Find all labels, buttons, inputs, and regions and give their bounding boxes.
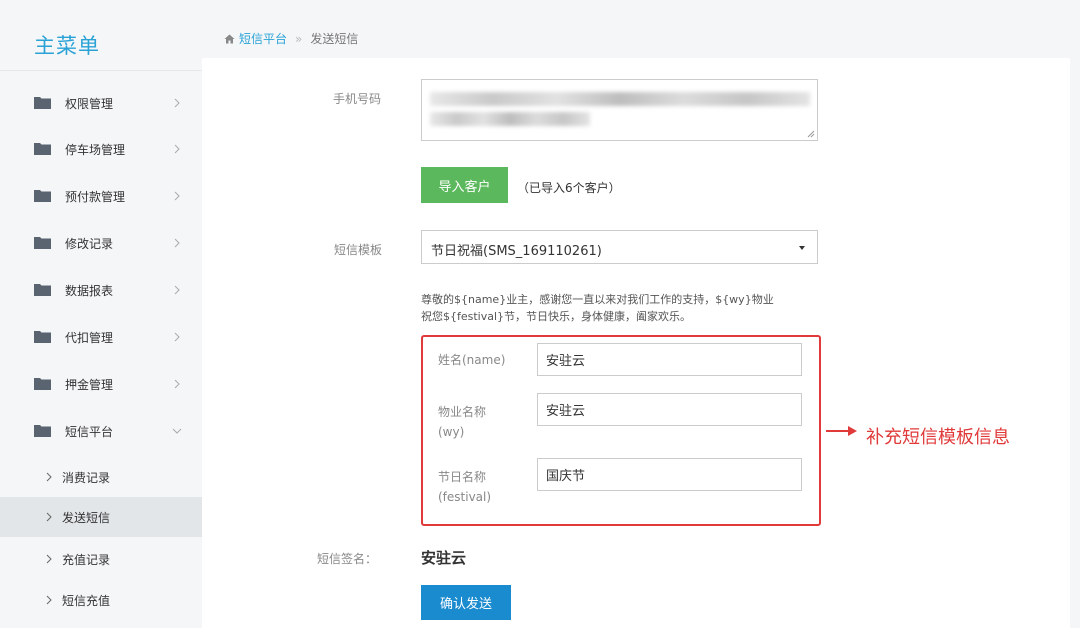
top-bar bbox=[202, 0, 1080, 58]
signature-value: 安驻云 bbox=[421, 549, 467, 567]
chevron-right-icon bbox=[46, 554, 52, 564]
sidebar-item-label: 押金管理 bbox=[65, 377, 114, 392]
sidebar-item-parking[interactable]: 停车场管理 bbox=[0, 131, 202, 167]
field-label-line: 姓名(name) bbox=[438, 353, 506, 367]
template-select[interactable]: 节日祝福(SMS_169110261) bbox=[421, 230, 818, 264]
sidebar-subitem-label: 短信充值 bbox=[62, 594, 111, 608]
folder-icon bbox=[34, 143, 51, 155]
caret-down-icon bbox=[799, 246, 805, 250]
sidebar-item-label: 短信平台 bbox=[65, 424, 114, 439]
sidebar-subitem-consumption[interactable]: 消费记录 bbox=[0, 457, 202, 497]
folder-icon bbox=[34, 331, 51, 343]
redacted-phone-numbers bbox=[430, 112, 590, 126]
sidebar-subitem-label: 充值记录 bbox=[62, 553, 111, 567]
property-name-input[interactable]: 安驻云 bbox=[537, 393, 802, 426]
sidebar-item-label: 预付款管理 bbox=[65, 189, 126, 204]
breadcrumb-current: 发送短信 bbox=[310, 32, 359, 46]
template-label: 短信模板 bbox=[334, 243, 383, 257]
sidebar-item-label: 数据报表 bbox=[65, 283, 114, 298]
chevron-right-icon bbox=[174, 191, 180, 201]
sidebar-item-label: 停车场管理 bbox=[65, 142, 126, 157]
template-preview-line: 祝您${festival}节，节日快乐，身体健康，阖家欢乐。 bbox=[421, 310, 692, 323]
sidebar-subitem-send-sms[interactable]: 发送短信 bbox=[0, 497, 202, 537]
field-label-line: 物业名称 bbox=[438, 405, 487, 419]
chevron-right-icon bbox=[174, 98, 180, 108]
folder-icon bbox=[34, 190, 51, 202]
redacted-phone-numbers bbox=[430, 92, 810, 106]
phone-textarea[interactable] bbox=[421, 79, 818, 141]
sidebar-subitem-sms-recharge[interactable]: 短信充值 bbox=[0, 580, 202, 620]
home-icon bbox=[224, 34, 235, 43]
sidebar-subitem-label: 消费记录 bbox=[62, 471, 111, 485]
template-selected-value: 节日祝福(SMS_169110261) bbox=[431, 244, 602, 259]
field-wy-label: 物业名称 (wy) bbox=[438, 402, 486, 442]
sidebar-item-deposit[interactable]: 押金管理 bbox=[0, 366, 202, 402]
signature-label: 短信签名： bbox=[317, 552, 378, 566]
sidebar: 主菜单 权限管理 停车场管理 预付款管理 修改记录 数据报表 代扣管理 押金管理… bbox=[0, 0, 202, 628]
sidebar-item-sms-platform[interactable]: 短信平台 bbox=[0, 413, 202, 449]
field-name-label: 姓名(name) bbox=[438, 350, 505, 370]
chevron-right-icon bbox=[174, 379, 180, 389]
phone-label: 手机号码 bbox=[333, 92, 382, 106]
sidebar-title: 主菜单 bbox=[34, 34, 100, 58]
chevron-right-icon bbox=[174, 238, 180, 248]
chevron-down-icon bbox=[172, 428, 182, 434]
sidebar-item-label: 权限管理 bbox=[65, 96, 114, 111]
import-status-note: （已导入6个客户） bbox=[517, 181, 621, 195]
sidebar-item-records[interactable]: 修改记录 bbox=[0, 225, 202, 261]
sidebar-item-reports[interactable]: 数据报表 bbox=[0, 272, 202, 308]
breadcrumb-home-label: 短信平台 bbox=[239, 32, 288, 46]
panel-edge bbox=[1070, 58, 1080, 628]
folder-icon bbox=[34, 97, 51, 109]
chevron-right-icon bbox=[46, 595, 52, 605]
breadcrumb-separator: » bbox=[295, 31, 303, 46]
annotation-text: 补充短信模板信息 bbox=[866, 427, 1010, 448]
breadcrumb-home-link[interactable]: 短信平台 bbox=[224, 30, 287, 47]
field-label-line: (festival) bbox=[438, 490, 492, 504]
resize-handle-icon[interactable] bbox=[807, 130, 815, 138]
template-preview: 尊敬的${name}业主，感谢您一直以来对我们工作的支持，${wy}物业 祝您$… bbox=[421, 291, 821, 325]
sidebar-item-label: 代扣管理 bbox=[65, 330, 114, 345]
chevron-right-icon bbox=[46, 512, 52, 522]
chevron-right-icon bbox=[46, 472, 52, 482]
sidebar-item-prepaid[interactable]: 预付款管理 bbox=[0, 178, 202, 214]
chevron-right-icon bbox=[174, 332, 180, 342]
folder-icon bbox=[34, 425, 51, 437]
sidebar-item-label: 修改记录 bbox=[65, 236, 114, 251]
field-festival-label: 节日名称 (festival) bbox=[438, 467, 491, 507]
folder-icon bbox=[34, 237, 51, 249]
name-input[interactable]: 安驻云 bbox=[537, 343, 802, 376]
chevron-right-icon bbox=[174, 285, 180, 295]
arrow-right-icon bbox=[826, 426, 857, 436]
sidebar-item-permission[interactable]: 权限管理 bbox=[0, 85, 202, 121]
field-label-line: (wy) bbox=[438, 425, 465, 439]
breadcrumb: 短信平台 » 发送短信 bbox=[224, 30, 358, 47]
sidebar-divider bbox=[0, 70, 202, 71]
confirm-send-button[interactable]: 确认发送 bbox=[421, 585, 511, 620]
sidebar-item-withholding[interactable]: 代扣管理 bbox=[0, 319, 202, 355]
field-label-line: 节日名称 bbox=[438, 470, 487, 484]
sidebar-subitem-recharge-records[interactable]: 充值记录 bbox=[0, 539, 202, 579]
folder-icon bbox=[34, 378, 51, 390]
sidebar-subitem-label: 发送短信 bbox=[62, 511, 111, 525]
folder-icon bbox=[34, 284, 51, 296]
import-customers-button[interactable]: 导入客户 bbox=[421, 167, 508, 203]
chevron-right-icon bbox=[174, 144, 180, 154]
template-preview-line: 尊敬的${name}业主，感谢您一直以来对我们工作的支持，${wy}物业 bbox=[421, 293, 774, 306]
festival-name-input[interactable]: 国庆节 bbox=[537, 458, 802, 491]
